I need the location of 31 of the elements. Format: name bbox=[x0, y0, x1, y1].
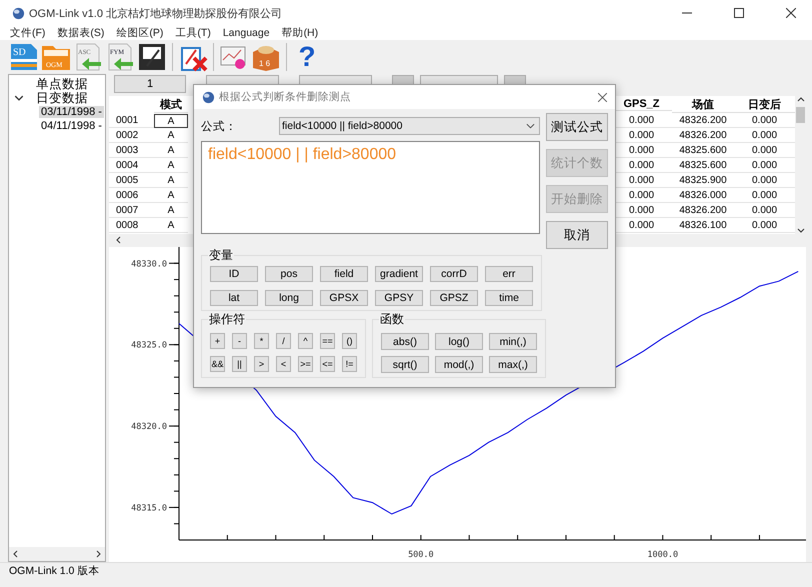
tick-label: 48330.0 bbox=[131, 259, 167, 270]
table-cell: 48326.200 bbox=[672, 204, 734, 218]
column-header: 场值 bbox=[672, 96, 734, 112]
tick-label: 48315.0 bbox=[131, 503, 167, 514]
row-header: 0004 bbox=[109, 158, 154, 172]
tick-label: 1000.0 bbox=[647, 550, 678, 560]
tick-label: 48320.0 bbox=[131, 422, 167, 432]
group-title: 函数 bbox=[379, 311, 405, 328]
row-header: 0007 bbox=[109, 204, 154, 218]
row-header: 0001 bbox=[109, 114, 154, 128]
tick-label: 500.0 bbox=[408, 550, 434, 560]
table-cell: 48325.600 bbox=[672, 144, 734, 158]
window-title: OGM-Link v1.0 北京桔灯地球物理勘探股份有限公司 bbox=[29, 6, 282, 20]
group-title: 变量 bbox=[208, 247, 234, 264]
row-header: 0005 bbox=[109, 174, 154, 188]
table-cell: 48326.200 bbox=[672, 114, 734, 128]
tick-label: 48325.0 bbox=[131, 340, 167, 351]
table-cell: 48326.000 bbox=[672, 188, 734, 202]
row-header: 0008 bbox=[109, 218, 154, 232]
status-text: OGM-Link 1.0 版本 bbox=[9, 564, 100, 578]
group-title: 操作符 bbox=[208, 311, 246, 328]
table-cell: 48326.100 bbox=[672, 218, 734, 232]
table-cell: 48325.900 bbox=[672, 174, 734, 188]
formula-label: 公式： bbox=[201, 120, 238, 134]
dialog-title: 根据公式判断条件删除测点 bbox=[219, 90, 351, 104]
table-cell: 48325.600 bbox=[672, 158, 734, 172]
row-header: 0003 bbox=[109, 144, 154, 158]
row-header: 0006 bbox=[109, 188, 154, 202]
table-cell: 48326.200 bbox=[672, 128, 734, 142]
column-header: 模式 bbox=[154, 96, 188, 112]
row-header: 0002 bbox=[109, 128, 154, 142]
